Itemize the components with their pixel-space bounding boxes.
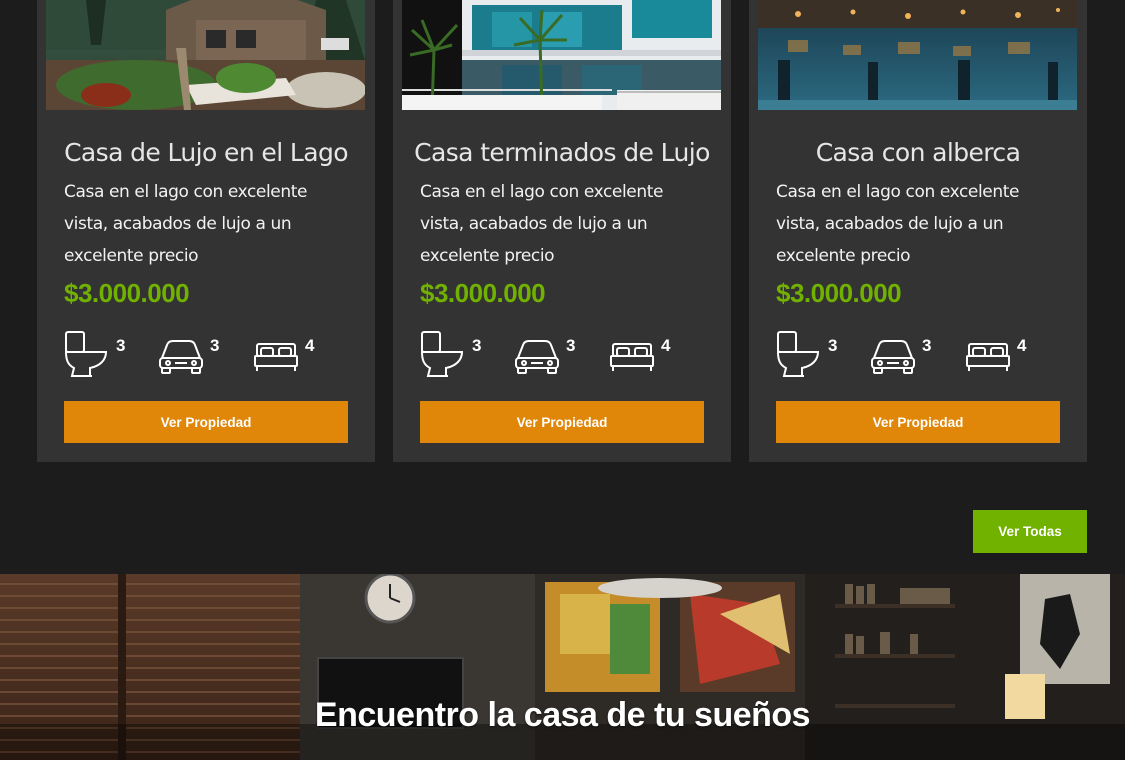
property-features: 3 3 4 — [64, 330, 354, 380]
view-property-button[interactable]: Ver Propiedad — [420, 401, 704, 443]
bathrooms-count: 3 — [828, 336, 838, 355]
property-card: Casa de Lujo en el Lago Casa en el lago … — [37, 0, 375, 462]
bedrooms-count: 4 — [305, 336, 315, 355]
property-description: Casa en el lago con excelente vista, aca… — [64, 182, 308, 266]
parking-count: 3 — [566, 336, 576, 355]
property-image — [402, 0, 721, 110]
bedrooms-count: 4 — [661, 336, 671, 355]
property-description: Casa en el lago con excelente vista, aca… — [420, 182, 664, 266]
property-features: 3 3 4 — [776, 330, 1066, 380]
bed-icon — [610, 343, 654, 371]
parking-count: 3 — [210, 336, 220, 355]
bathrooms-count: 3 — [472, 336, 482, 355]
property-card: Casa con alberca Casa en el lago con exc… — [749, 0, 1087, 462]
view-property-button[interactable]: Ver Propiedad — [64, 401, 348, 443]
car-icon — [159, 340, 203, 374]
hero-title: Encuentro la casa de tu sueños — [314, 696, 811, 734]
toilet-icon — [420, 331, 464, 377]
property-image — [758, 0, 1077, 110]
bed-icon — [966, 343, 1010, 371]
hero-banner: Encuentro la casa de tu sueños — [0, 574, 1125, 760]
bathrooms-count: 3 — [116, 336, 126, 355]
toilet-icon — [64, 331, 108, 377]
property-features: 3 3 4 — [420, 330, 710, 380]
property-card: Casa terminados de Lujo Casa en el lago … — [393, 0, 731, 462]
bedrooms-count: 4 — [1017, 336, 1027, 355]
property-title: Casa de Lujo en el Lago — [64, 138, 348, 167]
car-icon — [515, 340, 559, 374]
property-image — [46, 0, 365, 110]
bed-icon — [254, 343, 298, 371]
property-description: Casa en el lago con excelente vista, aca… — [776, 182, 1020, 266]
property-title: Casa terminados de Lujo — [414, 138, 710, 167]
parking-count: 3 — [922, 336, 932, 355]
property-price: $3.000.000 — [420, 278, 546, 308]
property-title: Casa con alberca — [815, 138, 1021, 167]
toilet-icon — [776, 331, 820, 377]
property-price: $3.000.000 — [776, 278, 902, 308]
view-property-button[interactable]: Ver Propiedad — [776, 401, 1060, 443]
property-list: Casa de Lujo en el Lago Casa en el lago … — [37, 0, 1087, 462]
view-all-button[interactable]: Ver Todas — [973, 510, 1087, 553]
property-price: $3.000.000 — [64, 278, 190, 308]
car-icon — [871, 340, 915, 374]
